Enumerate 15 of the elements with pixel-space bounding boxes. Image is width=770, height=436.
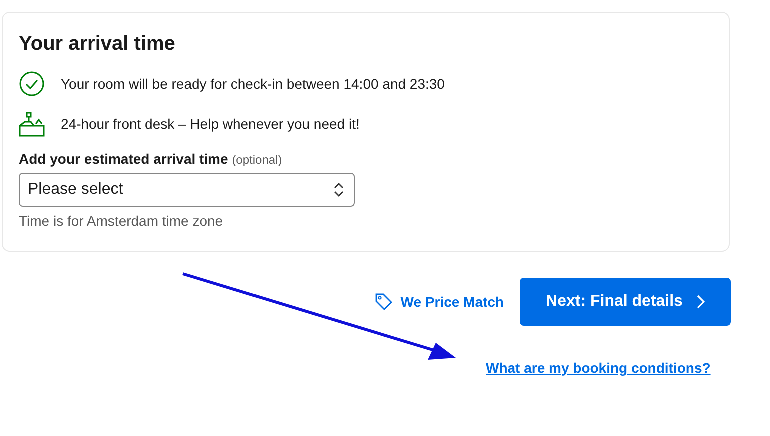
tag-icon	[374, 293, 393, 311]
price-match-link[interactable]: We Price Match	[374, 293, 504, 311]
check-circle-icon	[19, 71, 45, 97]
next-button[interactable]: Next: Final details	[520, 278, 731, 326]
help-text: Time is for Amsterdam time zone	[19, 213, 224, 229]
field-label: Add your estimated arrival time	[19, 151, 228, 167]
booking-conditions-link[interactable]: What are my booking conditions?	[486, 360, 711, 376]
front-desk-icon	[19, 111, 45, 137]
fact-text: Your room will be ready for check-in between 14:00 and 23:30	[61, 76, 445, 92]
chevron-right-icon	[696, 295, 705, 309]
arrival-time-select[interactable]: Please select	[19, 173, 355, 207]
optional-hint: (optional)	[232, 153, 282, 167]
chevron-up-down-icon	[334, 182, 344, 198]
fact-text: 24-hour front desk – Help whenever you need it!	[61, 116, 360, 132]
section-title: Your arrival time	[19, 32, 176, 57]
